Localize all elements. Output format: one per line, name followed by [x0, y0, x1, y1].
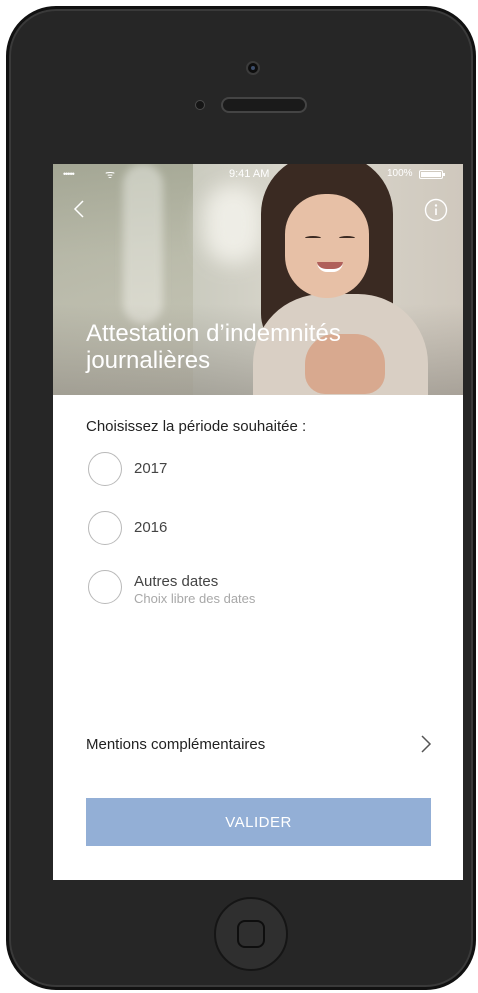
phone-frame: ••••• ᯤ 9:41 AM 100% Attestation d’indem…: [6, 6, 476, 990]
home-button-square: [237, 920, 265, 948]
period-option-2016[interactable]: 2016: [88, 511, 408, 547]
page-title-line: Attestation d’indemnités: [86, 320, 341, 347]
option-label: 2017: [134, 460, 168, 477]
wifi-icon: ᯤ: [105, 169, 116, 181]
info-button[interactable]: [424, 198, 448, 222]
battery-icon: [419, 170, 445, 179]
mentions-label: Mentions complémentaires: [86, 736, 266, 753]
status-bar: ••••• ᯤ 9:41 AM 100%: [53, 164, 463, 186]
radio-button[interactable]: [88, 570, 122, 604]
additional-mentions-row[interactable]: Mentions complémentaires: [86, 730, 434, 758]
app-screen: ••••• ᯤ 9:41 AM 100% Attestation d’indem…: [53, 164, 463, 880]
validate-button[interactable]: VALIDER: [86, 798, 431, 846]
status-time: 9:41 AM: [229, 168, 270, 180]
info-icon: [424, 198, 448, 222]
section-title: Choisissez la période souhaitée :: [86, 418, 307, 435]
back-button[interactable]: [67, 196, 93, 222]
option-label: Autres dates: [134, 573, 219, 590]
radio-button[interactable]: [88, 452, 122, 486]
hero-person-face: [285, 194, 369, 298]
front-camera: [246, 61, 260, 75]
hero-background-trunk: [123, 164, 163, 324]
earpiece-speaker: [221, 97, 307, 113]
signal-strength-icon: •••••: [63, 169, 75, 179]
option-label: 2016: [134, 519, 168, 536]
hero-person-eye: [305, 236, 321, 240]
option-sublabel: Choix libre des dates: [134, 591, 256, 606]
radio-button[interactable]: [88, 511, 122, 545]
period-option-2017[interactable]: 2017: [88, 452, 408, 488]
period-option-other-dates[interactable]: Autres dates Choix libre des dates: [88, 570, 408, 606]
chevron-right-icon: [421, 735, 432, 753]
page-title-line: journalières: [86, 347, 211, 374]
hero-background-light: [203, 184, 263, 264]
home-button[interactable]: [214, 897, 288, 971]
page-title: Attestation d’indemnités journalières: [86, 320, 416, 374]
hero-person-eye: [339, 236, 355, 240]
proximity-sensor: [195, 100, 205, 110]
hero-image: ••••• ᯤ 9:41 AM 100% Attestation d’indem…: [53, 164, 463, 395]
chevron-left-icon: [73, 200, 84, 218]
battery-percent: 100%: [387, 168, 413, 179]
